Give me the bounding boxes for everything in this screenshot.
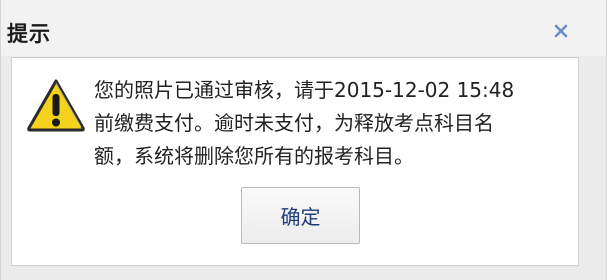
dialog-title: 提示 (7, 22, 51, 46)
alert-dialog: 提示 您的照片已通过审核，请于2015-12-02 15:48 前缴费支付。逾时… (0, 0, 607, 280)
ok-button[interactable]: 确定 (241, 187, 360, 244)
dialog-body: 您的照片已通过审核，请于2015-12-02 15:48 前缴费支付。逾时未支付… (11, 57, 579, 266)
dialog-titlebar: 提示 (1, 0, 606, 56)
dialog-footer-strip (1, 266, 606, 280)
close-button[interactable] (547, 17, 575, 45)
warning-triangle-icon (27, 79, 85, 132)
close-icon (554, 24, 568, 38)
dialog-message: 您的照片已通过审核，请于2015-12-02 15:48 前缴费支付。逾时未支付… (94, 78, 515, 168)
